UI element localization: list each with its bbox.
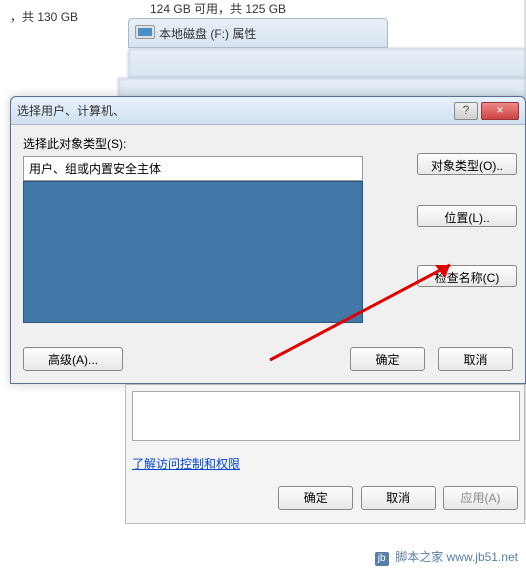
object-types-button[interactable]: 对象类型(O)..	[417, 153, 517, 175]
help-button[interactable]: ?	[454, 102, 478, 120]
object-type-field[interactable]: 用户、组或内置安全主体	[23, 156, 363, 181]
permissions-list[interactable]	[132, 391, 520, 441]
lower-button-row: 确定 取消 应用(A)	[132, 486, 518, 510]
dialog-title: 选择用户、计算机、	[17, 102, 454, 119]
security-panel: 了解访问控制和权限 确定 取消 应用(A)	[125, 384, 525, 524]
watermark: jb 脚本之家 www.jb51.net	[375, 548, 518, 566]
bg-disk-total: ，共 130 GB	[10, 8, 78, 25]
object-names-textarea[interactable]	[23, 181, 363, 323]
close-button[interactable]: ×	[481, 102, 519, 120]
lower-cancel-button[interactable]: 取消	[361, 486, 436, 510]
background-window-2	[128, 48, 526, 78]
lower-apply-button[interactable]: 应用(A)	[443, 486, 518, 510]
bg-drive-info: 124 GB 可用，共 125 GB	[150, 0, 286, 17]
ok-button[interactable]: 确定	[350, 347, 425, 371]
locations-button[interactable]: 位置(L)..	[417, 205, 517, 227]
select-users-dialog: 选择用户、计算机、 ? × 选择此对象类型(S): 用户、组或内置安全主体 对象…	[10, 96, 526, 384]
properties-window-titlebar: 本地磁盘 (F:) 属性	[128, 18, 388, 48]
dialog-body: 选择此对象类型(S): 用户、组或内置安全主体 对象类型(O).. 位置(L).…	[11, 125, 525, 383]
background-window-3	[118, 78, 526, 98]
learn-about-link[interactable]: 了解访问控制和权限	[132, 457, 240, 471]
properties-window-title: 本地磁盘 (F:) 属性	[159, 25, 256, 42]
advanced-button[interactable]: 高级(A)...	[23, 347, 123, 371]
watermark-icon: jb	[375, 552, 389, 566]
dialog-titlebar[interactable]: 选择用户、计算机、 ? ×	[11, 97, 525, 125]
lower-ok-button[interactable]: 确定	[278, 486, 353, 510]
cancel-button[interactable]: 取消	[438, 347, 513, 371]
object-type-label: 选择此对象类型(S):	[23, 135, 513, 152]
watermark-text: 脚本之家 www.jb51.net	[395, 550, 518, 564]
check-names-button[interactable]: 检查名称(C)	[417, 265, 517, 287]
drive-icon	[135, 25, 155, 39]
